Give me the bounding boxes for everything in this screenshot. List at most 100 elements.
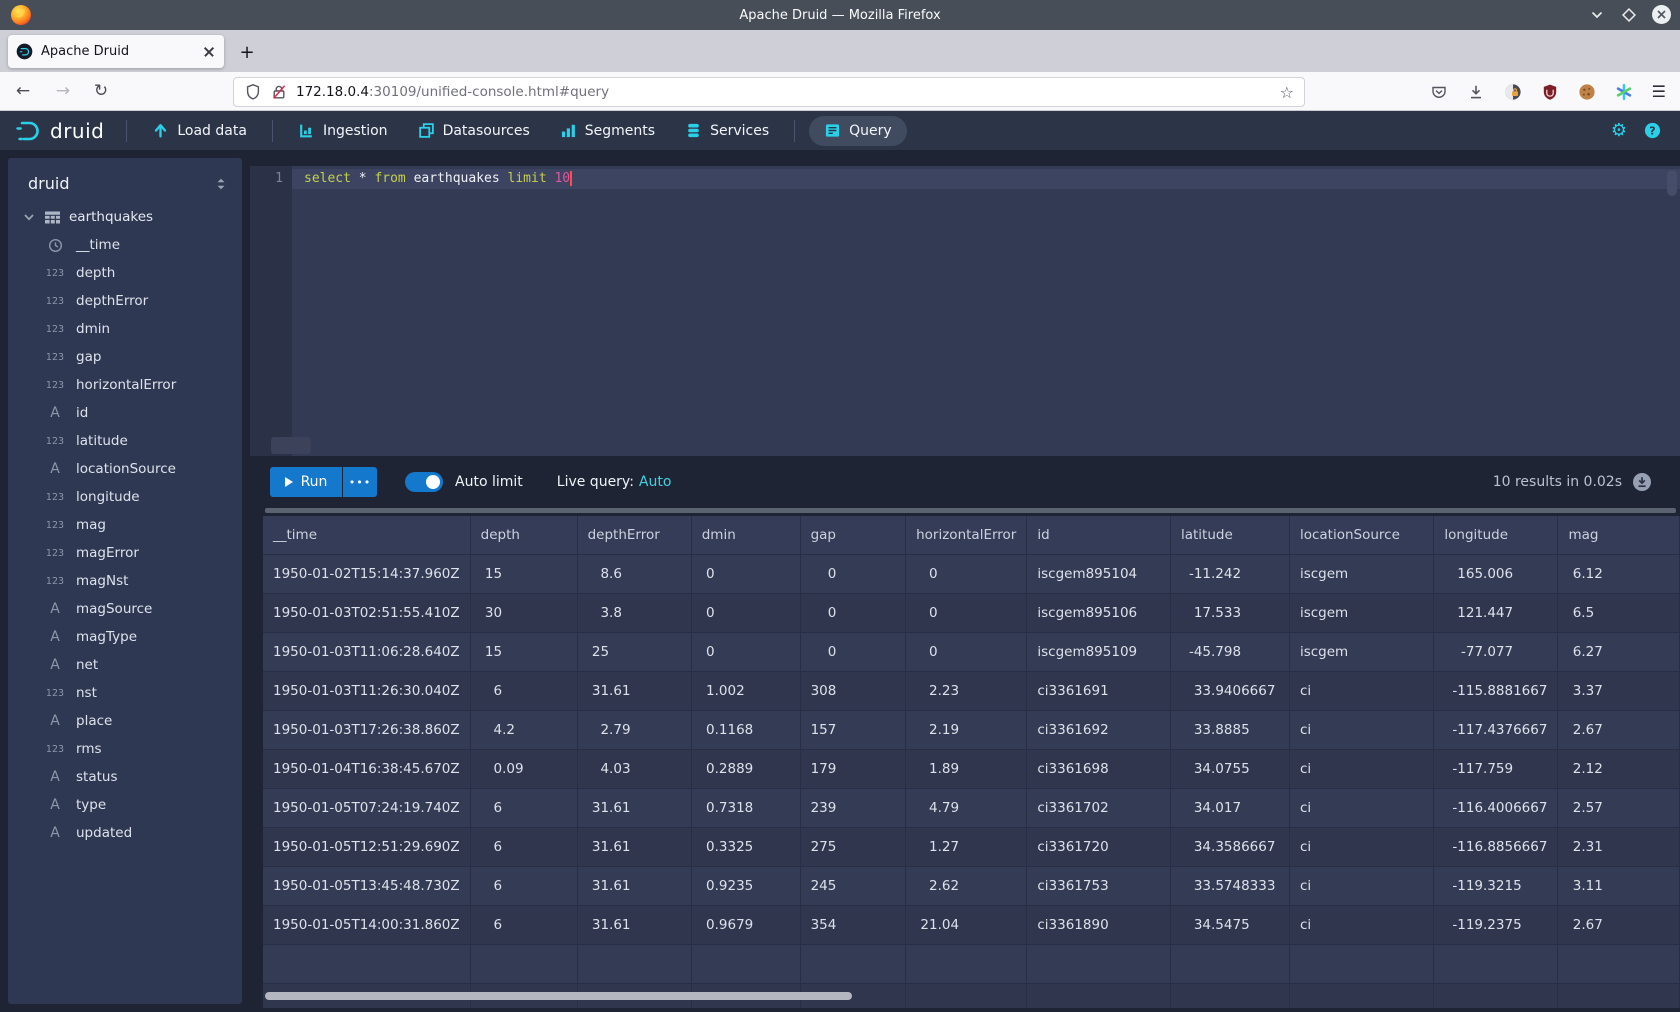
table-cell[interactable]: -117.7590000 (1434, 749, 1558, 788)
sidebar-field-magSource[interactable]: AmagSource (8, 595, 242, 623)
query-editor[interactable]: 1 select * from earthquakes limit 10 (250, 166, 1680, 456)
table-cell[interactable]: 34.0755000 (1170, 749, 1289, 788)
table-cell[interactable]: -119.3215000 (1434, 866, 1558, 905)
sidebar-field-depth[interactable]: 123depth (8, 259, 242, 287)
table-cell[interactable]: ci (1289, 710, 1433, 749)
new-tab-button[interactable]: + (232, 37, 262, 67)
download-results-icon[interactable] (1632, 472, 1652, 492)
sidebar-field-depthError[interactable]: 123depthError (8, 287, 242, 315)
table-cell[interactable]: 0 (800, 632, 906, 671)
help-icon[interactable]: ? (1643, 121, 1662, 140)
cookie-extension-icon[interactable] (1578, 83, 1596, 101)
chevron-down-icon[interactable] (22, 210, 36, 224)
column-header-mag[interactable]: mag (1558, 516, 1680, 554)
table-cell[interactable]: 165.0060000 (1434, 554, 1558, 593)
table-cell[interactable]: ci3361692 (1027, 710, 1171, 749)
table-cell[interactable]: ci (1289, 671, 1433, 710)
table-cell[interactable]: 0.0000 (691, 554, 800, 593)
nav-item-datasources[interactable]: Datasources (403, 116, 545, 146)
table-cell[interactable]: ci (1289, 905, 1433, 944)
downloads-icon[interactable] (1467, 83, 1485, 101)
table-cell[interactable]: iscgem895106 (1027, 593, 1171, 632)
table-cell[interactable]: 33.9406667 (1170, 671, 1289, 710)
sidebar-field-place[interactable]: Aplace (8, 707, 242, 735)
table-cell[interactable]: 1950-01-05T12:51:29.690Z (263, 827, 470, 866)
sort-icon[interactable] (214, 176, 228, 192)
table-cell[interactable]: 30.00 (470, 593, 577, 632)
table-cell[interactable]: 31.61 (577, 671, 691, 710)
table-cell[interactable]: 0.3325 (691, 827, 800, 866)
table-cell[interactable]: 33.5748333 (1170, 866, 1289, 905)
table-cell[interactable]: 1950-01-05T07:24:19.740Z (263, 788, 470, 827)
table-cell[interactable]: 2.23 (906, 671, 1027, 710)
table-cell[interactable]: 21.04 (906, 905, 1027, 944)
sidebar-field-latitude[interactable]: 123latitude (8, 427, 242, 455)
url-text[interactable]: 172.18.0.4:30109/unified-console.html#qu… (296, 84, 1272, 100)
table-cell[interactable]: 1.89 (906, 749, 1027, 788)
table-cell[interactable]: iscgem (1289, 554, 1433, 593)
druid-brand[interactable]: druid (0, 119, 116, 143)
sidebar-field-locationSource[interactable]: AlocationSource (8, 455, 242, 483)
table-cell[interactable]: 4.03 (577, 749, 691, 788)
table-cell[interactable]: 34.5475000 (1170, 905, 1289, 944)
sidebar-field-net[interactable]: Anet (8, 651, 242, 679)
table-cell[interactable]: 0 (800, 554, 906, 593)
column-header-latitude[interactable]: latitude (1170, 516, 1289, 554)
table-cell[interactable]: 2.57 (1558, 788, 1680, 827)
sidebar-field-gap[interactable]: 123gap (8, 343, 242, 371)
table-cell[interactable]: -77.0770000 (1434, 632, 1558, 671)
table-cell[interactable]: iscgem (1289, 632, 1433, 671)
table-cell[interactable]: 2.67 (1558, 905, 1680, 944)
table-cell[interactable]: 17.5330000 (1170, 593, 1289, 632)
tab-close-icon[interactable] (202, 45, 216, 59)
table-cell[interactable]: ci3361691 (1027, 671, 1171, 710)
sidebar-field-status[interactable]: Astatus (8, 763, 242, 791)
sidebar-field-magError[interactable]: 123magError (8, 539, 242, 567)
editor-horizontal-scrollbar[interactable] (271, 437, 311, 454)
asterisk-extension-icon[interactable] (1615, 83, 1633, 101)
table-cell[interactable]: 275 (800, 827, 906, 866)
nav-item-services[interactable]: Services (670, 116, 784, 146)
table-cell[interactable]: 6.50 (1558, 593, 1680, 632)
column-header-__time[interactable]: __time (263, 516, 470, 554)
sidebar-field-__time[interactable]: __time (8, 231, 242, 259)
run-more-button[interactable]: ••• (343, 467, 377, 497)
table-cell[interactable]: 245 (800, 866, 906, 905)
table-cell[interactable]: iscgem895104 (1027, 554, 1171, 593)
table-cell[interactable]: ci3361702 (1027, 788, 1171, 827)
nav-item-ingestion[interactable]: Ingestion (283, 116, 403, 146)
column-header-gap[interactable]: gap (800, 516, 906, 554)
table-cell[interactable]: 308 (800, 671, 906, 710)
table-cell[interactable]: 0.1168 (691, 710, 800, 749)
table-cell[interactable]: 1950-01-03T11:26:30.040Z (263, 671, 470, 710)
tab-apache-druid[interactable]: Apache Druid (8, 35, 224, 68)
table-cell[interactable]: 0.09 (470, 749, 577, 788)
table-cell[interactable]: 6.12 (1558, 554, 1680, 593)
table-cell[interactable]: 0 (800, 593, 906, 632)
table-cell[interactable]: 1950-01-04T16:38:45.670Z (263, 749, 470, 788)
privacy-extension-icon[interactable] (1504, 83, 1522, 101)
column-header-locationSource[interactable]: locationSource (1289, 516, 1433, 554)
table-cell[interactable]: 0.0000 (691, 593, 800, 632)
table-cell[interactable]: 4.20 (470, 710, 577, 749)
column-header-horizontalError[interactable]: horizontalError (906, 516, 1027, 554)
table-cell[interactable]: ci3361698 (1027, 749, 1171, 788)
table-cell[interactable]: 179 (800, 749, 906, 788)
insecure-lock-icon[interactable] (270, 83, 288, 101)
sidebar-field-magNst[interactable]: 123magNst (8, 567, 242, 595)
run-button[interactable]: Run (270, 467, 342, 497)
table-cell[interactable]: ci3361753 (1027, 866, 1171, 905)
table-cell[interactable]: -116.8856667 (1434, 827, 1558, 866)
table-cell[interactable]: 8.60 (577, 554, 691, 593)
table-cell[interactable]: 157 (800, 710, 906, 749)
table-cell[interactable]: 3.11 (1558, 866, 1680, 905)
sidebar-field-longitude[interactable]: 123longitude (8, 483, 242, 511)
table-cell[interactable]: -45.7980000 (1170, 632, 1289, 671)
table-cell[interactable]: ci (1289, 827, 1433, 866)
table-cell[interactable]: 15.00 (470, 632, 577, 671)
table-cell[interactable]: 1950-01-02T15:14:37.960Z (263, 554, 470, 593)
table-cell[interactable]: 121.4470000 (1434, 593, 1558, 632)
table-cell[interactable]: 6.00 (470, 827, 577, 866)
nav-item-load-data[interactable]: Load data (137, 116, 262, 146)
table-cell[interactable]: 1.27 (906, 827, 1027, 866)
